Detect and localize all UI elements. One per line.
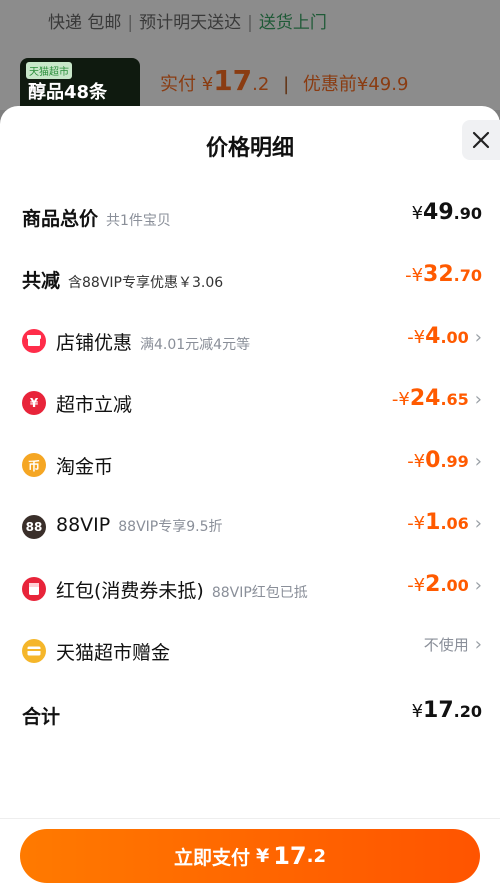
redpack-value: -¥ 2.00 › [407, 572, 482, 597]
chevron-right-icon: › [474, 327, 482, 348]
background-price: 实付 ¥17.2 | 优惠前¥49.9 [160, 64, 409, 97]
redpack-label: 红包(消费券未抵) [56, 580, 204, 602]
store-sub: 满4.01元减4元等 [140, 337, 251, 353]
coin-dec: .99 [440, 452, 469, 471]
redpack-int: 2 [425, 572, 441, 597]
vip-currency: -¥ [407, 513, 426, 534]
reduce-sub: 含88VIP专享优惠￥3.06 [68, 275, 224, 291]
delivery-text: 送货上门 [258, 13, 327, 33]
sum-label: 合计 [22, 706, 61, 728]
market-int: 24 [409, 386, 441, 411]
vip-badge-icon: 88 [22, 515, 46, 539]
store-label: 店铺优惠 [56, 332, 133, 354]
shipping-text: 快递 包邮 [48, 13, 122, 33]
reduce-label: 共减 [22, 270, 61, 292]
total-dec: .90 [453, 204, 482, 223]
pay-dec: .2 [306, 845, 327, 867]
market-dec: .65 [440, 390, 469, 409]
market-label: 超市立减 [56, 394, 133, 416]
delivery-info: 快递 包邮 | 预计明天送达 | 送货上门 [48, 13, 327, 33]
vip-int: 1 [425, 510, 441, 535]
row-store-discount[interactable]: 店铺优惠 满4.01元减4元等 -¥ 4.00 › [0, 322, 500, 362]
coin-icon: 币 [22, 453, 46, 477]
gift-label: 天猫超市赠金 [56, 642, 171, 664]
chevron-right-icon: › [474, 575, 482, 596]
row-88vip[interactable]: 88 88VIP 88VIP专享9.5折 -¥ 1.06 › [0, 508, 500, 548]
paid-int: 17 [213, 64, 253, 97]
store-int: 4 [425, 324, 441, 349]
store-dec: .00 [440, 328, 469, 347]
coin-int: 0 [425, 448, 441, 473]
gift-value: 不使用 › [424, 634, 482, 655]
redpack-sub: 88VIP红包已抵 [211, 585, 308, 601]
pay-label: 立即支付 [173, 846, 250, 869]
coin-label: 淘金币 [56, 456, 114, 478]
thumb-badge: 天猫超市 [26, 62, 72, 79]
store-icon [22, 329, 46, 353]
sum-currency: ¥ [411, 701, 424, 722]
row-red-packet[interactable]: 红包(消费券未抵) 88VIP红包已抵 -¥ 2.00 › [0, 570, 500, 610]
paid-label: 实付 [160, 74, 196, 95]
yen-coupon-icon: ¥ [22, 391, 46, 415]
chevron-right-icon: › [474, 451, 482, 472]
vip-value: -¥ 1.06 › [407, 510, 482, 535]
row-reduce: 共减 含88VIP专享优惠￥3.06 -¥ 32.70 [0, 260, 500, 300]
reduce-currency: -¥ [405, 265, 424, 286]
footer-bar: 立即支付 ¥17.2 [0, 818, 500, 891]
row-gift-credit[interactable]: 天猫超市赠金 不使用 › [0, 632, 500, 672]
gift-card-icon [22, 639, 46, 663]
market-value: -¥ 24.65 › [392, 386, 482, 411]
reduce-value: -¥ 32.70 [405, 262, 482, 287]
total-sub: 共1件宝贝 [106, 213, 171, 229]
price-detail-sheet: 价格明细 商品总价 共1件宝贝 ¥49.90 共减 含88VIP专享优惠￥3.06 … [0, 106, 500, 890]
before-price: 优惠前¥49.9 [302, 74, 409, 95]
sum-int: 17 [423, 698, 454, 723]
thumb-text: 醇品48条 [28, 82, 108, 103]
sheet-title: 价格明细 [205, 136, 294, 161]
sum-value: ¥17.20 [412, 698, 482, 723]
pay-int: 17 [273, 842, 307, 870]
reduce-dec: .70 [453, 266, 482, 285]
chevron-right-icon: › [474, 634, 482, 655]
row-total: 商品总价 共1件宝贝 ¥49.90 [0, 198, 500, 238]
coin-currency: -¥ [407, 451, 426, 472]
total-value: ¥49.90 [412, 200, 482, 225]
pay-currency: ¥ [256, 845, 270, 867]
vip-sub: 88VIP专享9.5折 [118, 519, 223, 535]
paid-currency: ¥ [201, 74, 214, 95]
market-currency: -¥ [391, 389, 410, 410]
chevron-right-icon: › [474, 513, 482, 534]
row-coin[interactable]: 币 淘金币 -¥ 0.99 › [0, 446, 500, 486]
redpack-dec: .00 [440, 576, 469, 595]
gift-status: 不使用 [423, 636, 469, 654]
total-int: 49 [423, 200, 454, 225]
close-icon [472, 131, 490, 149]
row-market-discount[interactable]: ¥ 超市立减 -¥ 24.65 › [0, 384, 500, 424]
row-sum: 合计 ¥17.20 [0, 696, 500, 736]
pay-now-button[interactable]: 立即支付 ¥17.2 [20, 829, 480, 883]
paid-dec: .2 [252, 74, 270, 95]
total-currency: ¥ [411, 203, 424, 224]
total-label: 商品总价 [22, 208, 99, 230]
store-value: -¥ 4.00 › [407, 324, 482, 349]
red-packet-icon [22, 577, 46, 601]
estimate-text: 预计明天送达 [139, 13, 242, 33]
sum-dec: .20 [453, 702, 482, 721]
chevron-right-icon: › [474, 389, 482, 410]
coin-value: -¥ 0.99 › [407, 448, 482, 473]
close-button[interactable] [462, 120, 500, 160]
vip-dec: .06 [440, 514, 469, 533]
vip-label: 88VIP [56, 514, 111, 536]
redpack-currency: -¥ [407, 575, 426, 596]
reduce-int: 32 [423, 262, 454, 287]
store-currency: -¥ [407, 327, 426, 348]
